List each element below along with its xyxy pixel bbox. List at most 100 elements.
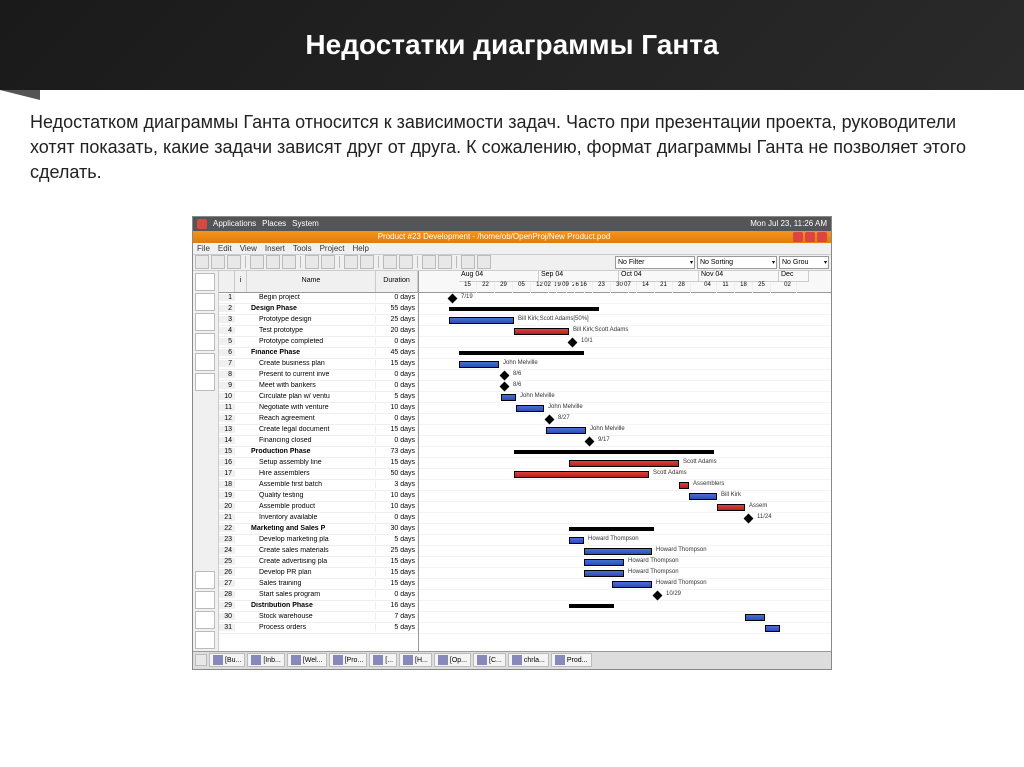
preview-icon[interactable] — [227, 255, 241, 269]
table-row[interactable]: 31Process orders5 days — [219, 623, 418, 634]
find-icon[interactable] — [461, 255, 475, 269]
gantt-row[interactable] — [419, 524, 831, 535]
gantt-row[interactable]: Scott Adams — [419, 469, 831, 480]
taskbar-item[interactable]: [Wel... — [287, 653, 327, 667]
save-icon[interactable] — [195, 255, 209, 269]
gantt-row[interactable] — [419, 304, 831, 315]
redo-icon[interactable] — [321, 255, 335, 269]
milestone-icon[interactable] — [653, 590, 663, 600]
table-row[interactable]: 18Assemble first batch3 days — [219, 480, 418, 491]
show-desktop-icon[interactable] — [195, 654, 207, 666]
task-bar[interactable] — [501, 394, 516, 401]
maximize-icon[interactable] — [805, 232, 815, 242]
task-bar[interactable] — [689, 493, 717, 500]
link-icon[interactable] — [344, 255, 358, 269]
summary-bar[interactable] — [514, 450, 714, 454]
gantt-row[interactable]: Assem — [419, 502, 831, 513]
taskbar-item[interactable]: Prod... — [551, 653, 592, 667]
gantt-row[interactable]: Scott Adams — [419, 458, 831, 469]
gantt-row[interactable]: Bill Kirk;Scott Adams[50%] — [419, 315, 831, 326]
taskbar-item[interactable]: [Inb... — [247, 653, 285, 667]
table-row[interactable]: 10Circulate plan w/ ventu5 days — [219, 392, 418, 403]
task-bar[interactable] — [459, 361, 499, 368]
table-row[interactable]: 3Prototype design25 days — [219, 315, 418, 326]
milestone-icon[interactable] — [500, 370, 510, 380]
taskbar-item[interactable]: [H... — [399, 653, 432, 667]
col-duration[interactable]: Duration — [376, 271, 418, 292]
table-row[interactable]: 5Prototype completed0 days — [219, 337, 418, 348]
gantt-row[interactable]: Howard Thompson — [419, 557, 831, 568]
task-bar[interactable] — [516, 405, 544, 412]
table-row[interactable]: 7Create business plan15 days — [219, 359, 418, 370]
milestone-icon[interactable] — [500, 381, 510, 391]
copy-icon[interactable] — [266, 255, 280, 269]
os-menu-places[interactable]: Places — [262, 219, 286, 228]
table-row[interactable]: 16Setup assembly line15 days — [219, 458, 418, 469]
table-row[interactable]: 11Negotiate with venture10 days — [219, 403, 418, 414]
table-row[interactable]: 6Finance Phase45 days — [219, 348, 418, 359]
summary-bar[interactable] — [569, 527, 654, 531]
outdent-icon[interactable] — [422, 255, 436, 269]
gantt-row[interactable]: 10/1 — [419, 337, 831, 348]
filter-combo[interactable]: No Filter — [615, 256, 695, 269]
summary-bar[interactable] — [569, 604, 614, 608]
table-row[interactable]: 27Sales training15 days — [219, 579, 418, 590]
close-icon[interactable] — [817, 232, 827, 242]
view-charts-icon[interactable] — [195, 591, 215, 609]
task-bar[interactable] — [717, 504, 745, 511]
task-bar[interactable] — [569, 537, 584, 544]
table-row[interactable]: 21Inventory available0 days — [219, 513, 418, 524]
gantt-row[interactable] — [419, 447, 831, 458]
menu-tools[interactable]: Tools — [293, 244, 312, 253]
gantt-row[interactable] — [419, 612, 831, 623]
undo-icon[interactable] — [305, 255, 319, 269]
view-usage-icon[interactable] — [195, 611, 215, 629]
view-gantt-icon[interactable] — [195, 273, 215, 291]
paste-icon[interactable] — [282, 255, 296, 269]
zoomin-icon[interactable] — [383, 255, 397, 269]
summary-bar[interactable] — [449, 307, 599, 311]
minimize-icon[interactable] — [793, 232, 803, 242]
gantt-row[interactable]: John Melville — [419, 425, 831, 436]
table-row[interactable]: 25Create advertising pla15 days — [219, 557, 418, 568]
gantt-row[interactable]: Bill Kirk;Scott Adams — [419, 326, 831, 337]
table-row[interactable]: 20Assemble product10 days — [219, 502, 418, 513]
task-bar[interactable] — [765, 625, 780, 632]
gantt-row[interactable]: Howard Thompson — [419, 568, 831, 579]
print-icon[interactable] — [211, 255, 225, 269]
view-report-icon[interactable] — [195, 373, 215, 391]
gantt-row[interactable]: 8/6 — [419, 381, 831, 392]
table-row[interactable]: 24Create sales materials25 days — [219, 546, 418, 557]
table-row[interactable]: 23Develop marketing pla5 days — [219, 535, 418, 546]
goto-icon[interactable] — [477, 255, 491, 269]
task-bar[interactable] — [546, 427, 586, 434]
milestone-icon[interactable] — [448, 293, 458, 303]
task-bar[interactable] — [569, 460, 679, 467]
milestone-icon[interactable] — [744, 513, 754, 523]
view-histogram-icon[interactable] — [195, 571, 215, 589]
table-row[interactable]: 13Create legal document15 days — [219, 425, 418, 436]
view-wbs-icon[interactable] — [195, 333, 215, 351]
gantt-row[interactable]: Howard Thompson — [419, 535, 831, 546]
table-row[interactable]: 14Financing closed0 days — [219, 436, 418, 447]
col-id[interactable] — [219, 271, 235, 292]
task-bar[interactable] — [745, 614, 765, 621]
table-row[interactable]: 1Begin project0 days — [219, 293, 418, 304]
os-menu-system[interactable]: System — [292, 219, 319, 228]
group-combo[interactable]: No Grou — [779, 256, 829, 269]
taskbar-item[interactable]: [Pro... — [329, 653, 368, 667]
cut-icon[interactable] — [250, 255, 264, 269]
gantt-row[interactable]: Assemblers — [419, 480, 831, 491]
taskbar-item[interactable]: chrla... — [508, 653, 549, 667]
gantt-row[interactable]: Bill Kirk — [419, 491, 831, 502]
col-name[interactable]: Name — [247, 271, 376, 292]
gantt-row[interactable]: John Melville — [419, 359, 831, 370]
menu-project[interactable]: Project — [320, 244, 345, 253]
task-bar[interactable] — [679, 482, 689, 489]
gantt-row[interactable]: 8/6 — [419, 370, 831, 381]
view-none-icon[interactable] — [195, 631, 215, 649]
gantt-row[interactable]: 7/19 — [419, 293, 831, 304]
table-row[interactable]: 15Production Phase73 days — [219, 447, 418, 458]
col-indicator[interactable]: i — [235, 271, 247, 292]
table-row[interactable]: 9Meet with bankers0 days — [219, 381, 418, 392]
